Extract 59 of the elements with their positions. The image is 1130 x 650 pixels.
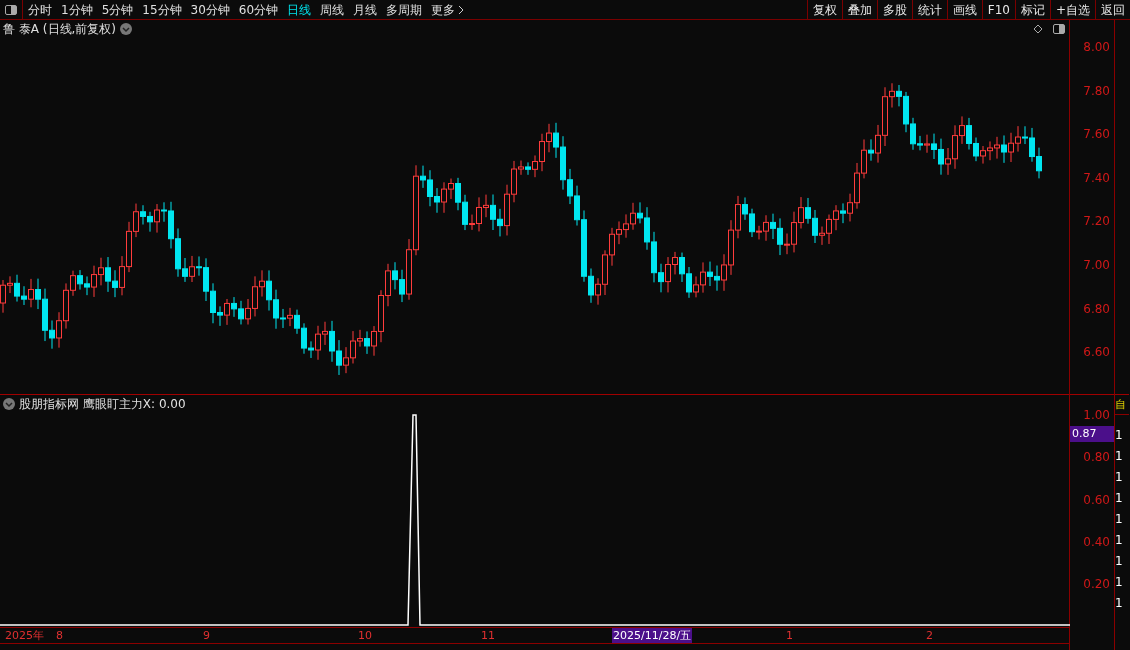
date-label: 2025/11/28/五 [612, 628, 693, 643]
price-tick-label: 7.20 [1083, 213, 1110, 231]
date-label: 8 [55, 628, 64, 643]
side-strip-value: 1 [1115, 595, 1124, 612]
toolbar-button[interactable]: 标记 [1014, 0, 1050, 19]
stock-title: 鲁 泰A (日线,前复权) [3, 21, 116, 38]
dropdown-icon[interactable] [3, 398, 15, 410]
price-tick-label: 8.00 [1083, 39, 1110, 56]
price-tick-label: 6.60 [1083, 344, 1110, 362]
period-tab[interactable]: 15分钟 [142, 0, 182, 19]
price-tick-label: 7.80 [1083, 82, 1110, 100]
toolbar-button[interactable]: 统计 [911, 0, 947, 19]
indicator-tick-label: 0.40 [1083, 533, 1110, 551]
date-label: 9 [202, 628, 211, 643]
panel-toggle-icon[interactable] [1053, 24, 1065, 34]
period-tab[interactable]: 60分钟 [238, 0, 279, 19]
toolbar-button[interactable]: 返回 [1095, 0, 1130, 19]
side-strip-value: 1 [1115, 490, 1124, 507]
toolbar-button[interactable]: F10 [981, 0, 1015, 19]
side-strip-value: 1 [1115, 469, 1124, 486]
side-strip-value: 1 [1115, 574, 1124, 591]
period-tab[interactable]: 日线 [287, 0, 312, 19]
toolbar-button[interactable]: 画线 [946, 0, 982, 19]
period-tab[interactable]: 周线 [320, 0, 345, 19]
period-tab[interactable]: 1分钟 [61, 0, 93, 19]
side-strip-label: 自 [1115, 395, 1129, 415]
toolbar-button[interactable]: 叠加 [841, 0, 877, 19]
period-tab[interactable]: 更多 [431, 0, 465, 19]
date-label: 1 [785, 628, 794, 643]
period-tab[interactable]: 月线 [353, 0, 378, 19]
side-strip-value: 1 [1115, 427, 1124, 444]
period-tab[interactable]: 分时 [28, 0, 52, 19]
side-strip-value: 1 [1115, 511, 1124, 528]
price-tick-label: 7.60 [1083, 126, 1110, 144]
side-strip-value: 1 [1115, 532, 1124, 549]
period-tab[interactable]: 多周期 [386, 0, 423, 19]
date-label: 2025年 [4, 628, 45, 643]
indicator-tick-label: 1.00 [1083, 407, 1110, 424]
price-tick-label: 7.00 [1083, 256, 1110, 274]
toolbar-button[interactable]: +自选 [1049, 0, 1095, 19]
period-tab[interactable]: 5分钟 [101, 0, 134, 19]
indicator-title: 股朋指标网 鹰眼盯主力X: 0.00 [19, 396, 186, 413]
side-strip-value: 1 [1115, 553, 1124, 570]
indicator-tick-label: 0.20 [1083, 576, 1110, 593]
price-tick-label: 7.40 [1083, 169, 1110, 187]
date-label: 2 [925, 628, 934, 643]
side-strip-value: 1 [1115, 448, 1124, 465]
price-tick-label: 6.80 [1083, 300, 1110, 318]
toolbar-button[interactable]: 多股 [876, 0, 912, 19]
date-label: 10 [357, 628, 373, 643]
chevron-right-icon [458, 4, 465, 15]
dropdown-icon[interactable] [120, 23, 132, 35]
current-value-label: 0.87 [1070, 426, 1114, 442]
period-tab[interactable]: 30分钟 [190, 0, 230, 19]
indicator-tick-label: 0.60 [1083, 491, 1110, 509]
diamond-icon[interactable] [1033, 24, 1043, 34]
toolbar-button[interactable]: 复权 [806, 0, 842, 19]
date-label: 11 [480, 628, 496, 643]
indicator-tick-label: 0.80 [1083, 449, 1110, 467]
